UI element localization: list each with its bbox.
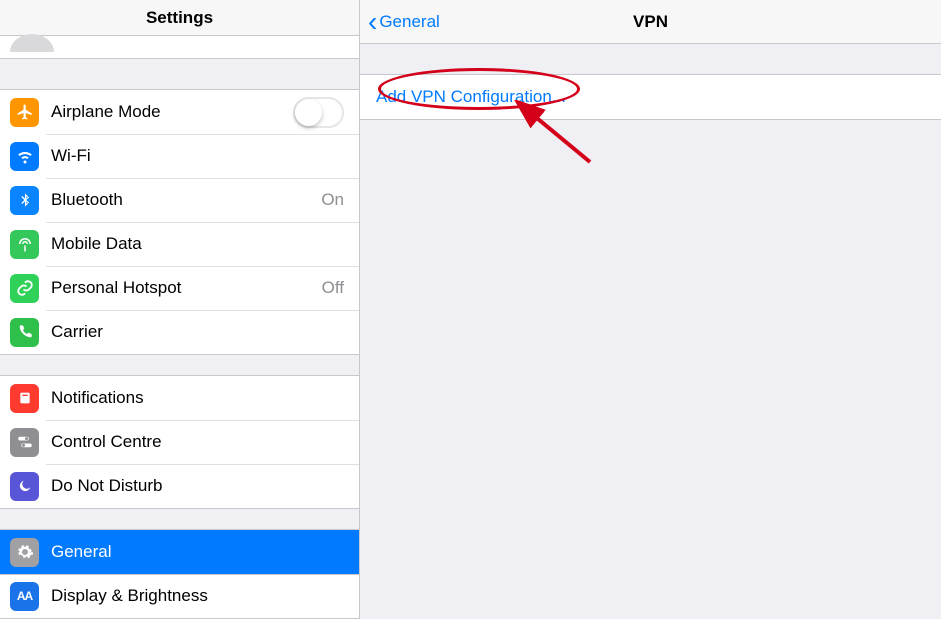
detail-title: VPN: [360, 12, 941, 32]
sidebar-item-hotspot[interactable]: Personal HotspotOff: [0, 266, 359, 310]
sidebar-item-label: Personal Hotspot: [51, 278, 322, 298]
back-button[interactable]: ‹ General: [360, 8, 440, 36]
avatar: [10, 34, 54, 52]
sidebar-item-bluetooth[interactable]: BluetoothOn: [0, 178, 359, 222]
sidebar-title: Settings: [146, 8, 213, 28]
detail-header: ‹ General VPN: [360, 0, 941, 44]
sidebar-item-label: Wi-Fi: [51, 146, 344, 166]
sidebar-item-label: Display & Brightness: [51, 586, 344, 606]
sidebar-item-label: Notifications: [51, 388, 344, 408]
airplane-icon: [10, 98, 39, 127]
sidebar-item-carrier[interactable]: Carrier: [0, 310, 359, 354]
sidebar-item-value: Off: [322, 278, 344, 298]
settings-sidebar: Settings Airplane Mode Wi-Fi BluetoothOn Mo…: [0, 0, 360, 619]
notifications-icon: [10, 384, 39, 413]
sidebar-item-dnd[interactable]: Do Not Disturb: [0, 464, 359, 508]
detail-content: Add VPN Configuration...: [360, 44, 941, 120]
sidebar-item-controlcentre[interactable]: Control Centre: [0, 420, 359, 464]
text-size-icon: AA: [10, 582, 39, 611]
sidebar-item-notifications[interactable]: Notifications: [0, 376, 359, 420]
chevron-left-icon: ‹: [368, 8, 377, 36]
gear-icon: [10, 538, 39, 567]
sidebar-item-value: On: [321, 190, 344, 210]
wifi-icon: [10, 142, 39, 171]
sidebar-item-label: Airplane Mode: [51, 102, 293, 122]
detail-pane: ‹ General VPN Add VPN Configuration...: [360, 0, 941, 619]
antenna-icon: [10, 230, 39, 259]
sidebar-item-mobiledata[interactable]: Mobile Data: [0, 222, 359, 266]
sidebar-item-airplane[interactable]: Airplane Mode: [0, 90, 359, 134]
add-vpn-configuration[interactable]: Add VPN Configuration...: [360, 74, 941, 120]
switches-icon: [10, 428, 39, 457]
sidebar-item-general[interactable]: General: [0, 530, 359, 574]
link-icon: [10, 274, 39, 303]
sidebar-item-label: Do Not Disturb: [51, 476, 344, 496]
airplane-toggle[interactable]: [293, 97, 344, 128]
add-vpn-label: Add VPN Configuration...: [376, 87, 566, 106]
sidebar-item-label: Mobile Data: [51, 234, 344, 254]
sidebar-item-display[interactable]: AA Display & Brightness: [0, 574, 359, 618]
phone-icon: [10, 318, 39, 347]
sidebar-item-wifi[interactable]: Wi-Fi: [0, 134, 359, 178]
sidebar-header: Settings: [0, 0, 359, 36]
sidebar-item-label: General: [51, 542, 344, 562]
profile-row-truncated[interactable]: [0, 36, 359, 59]
sidebar-item-label: Bluetooth: [51, 190, 321, 210]
bluetooth-icon: [10, 186, 39, 215]
sidebar-item-label: Carrier: [51, 322, 344, 342]
back-label: General: [379, 12, 439, 32]
moon-icon: [10, 472, 39, 501]
sidebar-item-label: Control Centre: [51, 432, 344, 452]
